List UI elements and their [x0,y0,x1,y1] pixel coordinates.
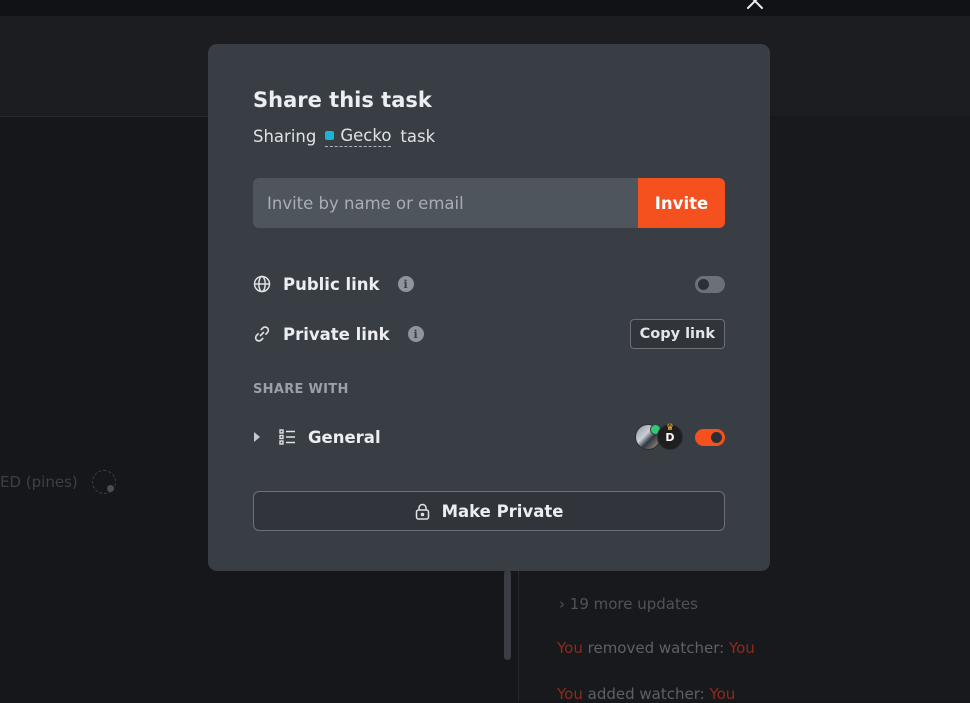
chevron-right-icon: › [559,595,565,613]
invite-button[interactable]: Invite [638,178,725,228]
caret-right-icon[interactable] [253,431,263,443]
crown-icon: ♛ [666,423,675,433]
task-name: Gecko [340,126,392,145]
avatar: ♛ D [657,423,683,450]
more-updates-link[interactable]: › 19 more updates [559,595,698,613]
activity-item: You removed watcher: You [557,639,755,657]
info-icon[interactable]: i [407,326,424,342]
list-icon [279,429,296,445]
subtitle-suffix: task [400,127,436,146]
task-color-square [325,131,335,140]
app-topbar [0,0,970,16]
share-task-modal: Share this task Sharing Gecko task Invit… [208,44,770,571]
lock-icon [415,503,430,520]
add-assignee-icon[interactable] [92,470,116,494]
general-label: General [308,427,381,447]
invite-row: Invite [253,178,725,228]
assignee-name: ED (pines) [0,473,78,491]
share-with-general-row: General ♛ D [253,422,725,452]
subtitle-prefix: Sharing [253,127,317,146]
private-link-label: Private link [283,324,390,344]
activity-item: You added watcher: You [557,685,736,703]
link-icon [253,325,271,343]
modal-title: Share this task [253,88,432,112]
make-private-label: Make Private [441,501,564,521]
info-icon[interactable]: i [397,276,414,292]
public-link-label: Public link [283,274,380,294]
invite-input[interactable] [253,178,638,228]
share-with-heading: SHARE WITH [253,382,349,397]
general-share-toggle[interactable] [695,428,725,446]
scrollbar[interactable] [504,570,511,660]
member-avatars[interactable]: ♛ D [635,423,683,450]
public-link-toggle[interactable] [695,275,725,293]
close-icon[interactable] [744,0,766,10]
modal-subtitle: Sharing Gecko task [253,126,435,147]
task-chip[interactable]: Gecko [325,126,392,147]
globe-icon [253,275,271,293]
public-link-row: Public link i [253,269,725,299]
copy-link-button[interactable]: Copy link [629,319,725,349]
make-private-button[interactable]: Make Private [253,491,725,531]
private-link-row: Private link i Copy link [253,319,725,349]
